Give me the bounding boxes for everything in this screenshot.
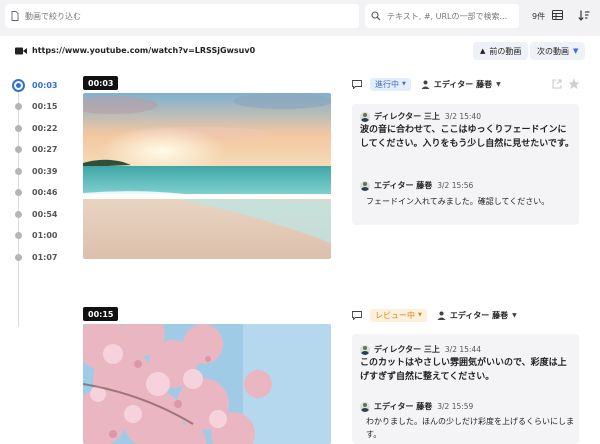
avatar <box>360 401 370 412</box>
comment: ディレクター 三上 3/2 15:40 波の音に合わせて、ここはゆっくりフェード… <box>360 111 575 151</box>
timeline-item[interactable]: 00:39 <box>12 164 57 178</box>
video-thumbnail-sakura[interactable] <box>83 324 331 444</box>
comment-body: わかりました。ほんの少しだけ彩度を上げるくらいにします。 <box>366 417 574 439</box>
timeline-item[interactable]: 00:15 <box>12 100 57 114</box>
assignee-selector[interactable]: エディター 藤巻 ▼ <box>421 79 501 90</box>
timeline-item[interactable]: 00:03 <box>12 78 57 92</box>
timeline-time: 00:22 <box>32 123 58 133</box>
comment-body: このカットはやさしい雰囲気がいいので、彩度は上げすぎず自然に整えてください。 <box>360 358 567 382</box>
comment-time: 3/2 15:40 <box>444 112 481 121</box>
comment-body: フェードイン入れてみました。確認してください。 <box>366 197 550 206</box>
chevron-down-icon: ▼ <box>418 312 422 318</box>
timeline-item[interactable]: 01:00 <box>12 229 57 243</box>
timeline-time: 00:03 <box>32 80 58 90</box>
comment: ディレクター 三上 3/2 15:44 このカットはやさしい雰囲気がいいので、彩… <box>360 344 575 384</box>
result-count: 9件 <box>532 12 546 21</box>
timeline-time: 00:46 <box>32 188 58 197</box>
avatar <box>360 180 370 191</box>
video-filter-input[interactable]: 動画で絞り込む <box>5 4 359 28</box>
comment-reply: エディター 藤巻 3/2 15:59 わかりました。ほんの少しだけ彩度を上げるく… <box>360 401 575 441</box>
timeline-time: 01:07 <box>32 252 58 262</box>
comment-header: 進行中 ▼ エディター 藤巻 ▼ <box>352 76 501 92</box>
timeline-item[interactable]: 00:22 <box>12 121 57 135</box>
avatar <box>360 111 370 122</box>
timeline-item[interactable]: 00:46 <box>12 186 57 200</box>
comment-reply: エディター 藤巻 3/2 15:56 フェードイン入れてみました。確認してくださ… <box>360 180 575 208</box>
video-camera-icon <box>15 47 27 55</box>
chevron-down-icon: ▼ <box>512 311 517 319</box>
document-icon <box>11 11 19 21</box>
search-icon <box>371 11 381 21</box>
timeline-time: 00:54 <box>32 209 58 219</box>
comment-author: エディター 藤巻 <box>374 181 433 190</box>
search-placeholder: テキスト, #, URLの一部で検索... <box>387 11 508 21</box>
timeline-marker <box>15 124 22 132</box>
timecode-badge: 00:15 <box>83 307 119 321</box>
sort-button[interactable] <box>577 8 591 22</box>
comment-time: 3/2 15:44 <box>444 345 481 354</box>
status-badge[interactable]: 進行中 ▼ <box>370 77 411 91</box>
status-label: 進行中 <box>375 79 399 89</box>
video-url[interactable]: https://www.youtube.com/watch?v=LRSSjGws… <box>32 46 255 55</box>
avatar <box>360 344 370 355</box>
comment-icon <box>352 310 362 320</box>
timeline-marker <box>15 189 22 196</box>
table-icon <box>551 10 563 20</box>
comment-author: ディレクター 三上 <box>374 345 440 354</box>
sort-icon <box>578 10 590 21</box>
comment-author: ディレクター 三上 <box>374 112 440 121</box>
assignee-name: エディター 藤巻 <box>433 79 493 89</box>
assignee-name: エディター 藤巻 <box>449 310 509 320</box>
prev-video-label: 前の動画 <box>489 46 522 56</box>
timeline-time: 00:27 <box>32 145 58 154</box>
user-icon <box>437 311 446 320</box>
status-badge[interactable]: レビュー中 ▼ <box>370 308 427 322</box>
timeline-marker <box>15 167 22 175</box>
timeline-item[interactable]: 01:07 <box>12 250 57 264</box>
arrow-up-icon: ▲ <box>480 47 486 55</box>
timeline-marker <box>15 210 22 218</box>
timeline-item[interactable]: 00:27 <box>12 143 57 157</box>
timeline-marker <box>15 232 22 239</box>
timeline-time: 00:39 <box>32 166 58 176</box>
next-video-label: 次の動画 <box>537 46 569 56</box>
timeline-marker <box>15 253 22 261</box>
timeline-marker <box>15 103 22 110</box>
search-input[interactable]: テキスト, #, URLの一部で検索... <box>365 4 519 28</box>
comment-time: 3/2 15:59 <box>437 402 474 411</box>
comment-icon <box>352 79 362 89</box>
external-link-icon[interactable] <box>552 79 562 89</box>
video-thumbnail-beach[interactable] <box>83 93 331 259</box>
assignee-selector[interactable]: エディター 藤巻 ▼ <box>437 310 517 321</box>
star-icon[interactable] <box>568 78 580 90</box>
video-filter-placeholder: 動画で絞り込む <box>25 11 81 21</box>
comment-time: 3/2 15:56 <box>437 181 474 190</box>
timecode-badge: 00:03 <box>83 76 119 90</box>
chevron-down-icon: ▼ <box>402 81 406 87</box>
timeline-marker-active <box>12 78 25 92</box>
next-video-button[interactable]: 次の動画 ▼ <box>530 42 586 60</box>
chevron-down-icon: ▼ <box>496 80 501 88</box>
prev-video-button[interactable]: ▲ 前の動画 <box>473 42 529 60</box>
timeline-time: 00:15 <box>32 102 58 111</box>
user-icon <box>421 80 430 89</box>
timeline-item[interactable]: 00:54 <box>12 207 57 221</box>
comment-body: 波の音に合わせて、ここはゆっくりフェードインにしてください。入りをもう少し自然に… <box>360 125 575 149</box>
comment-header: レビュー中 ▼ エディター 藤巻 ▼ <box>352 307 517 323</box>
comment-author: エディター 藤巻 <box>374 402 433 411</box>
comment-thread: ディレクター 三上 3/2 15:40 波の音に合わせて、ここはゆっくりフェード… <box>352 104 579 225</box>
status-label: レビュー中 <box>375 310 415 320</box>
chevron-down-icon: ▼ <box>573 47 579 55</box>
comment-thread: ディレクター 三上 3/2 15:44 このカットはやさしい雰囲気がいいので、彩… <box>352 334 579 444</box>
timeline-marker <box>15 146 22 153</box>
top-toolbar: 動画で絞り込む テキスト, #, URLの一部で検索... 9件 <box>0 0 600 36</box>
timeline-time: 01:00 <box>32 231 58 240</box>
table-view-button[interactable] <box>550 8 564 22</box>
